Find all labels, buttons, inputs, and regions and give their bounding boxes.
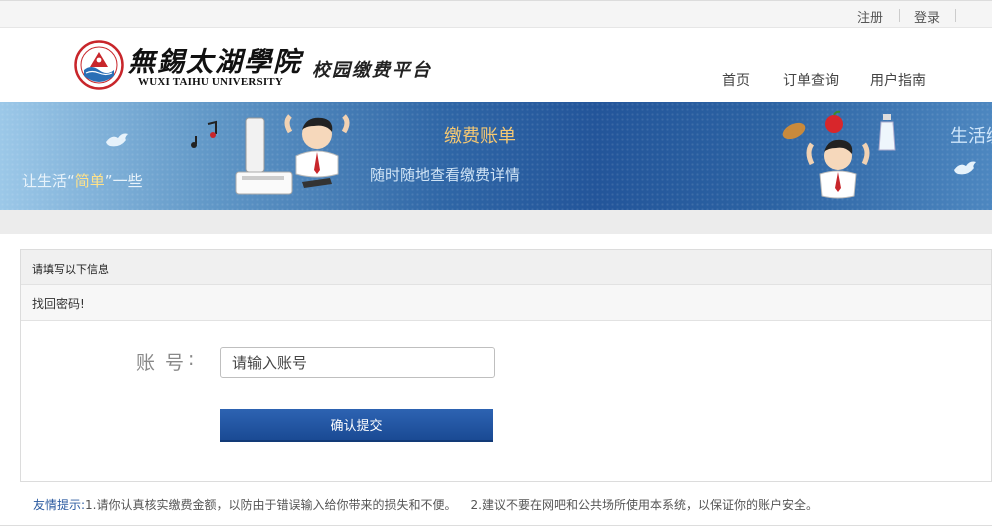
account-input[interactable] xyxy=(220,347,495,378)
tagline-highlight: 简单 xyxy=(74,172,105,190)
account-label: 账号 xyxy=(136,352,195,374)
site-header: 無錫太湖學院 WUXI TAIHU UNIVERSITY 校园缴费平台 首页 订… xyxy=(0,28,992,102)
banner-subtitle: 随时随地查看缴费详情 xyxy=(370,166,521,184)
submit-button[interactable]: 确认提交 xyxy=(220,409,493,442)
logo-english-name: WUXI TAIHU UNIVERSITY xyxy=(138,76,283,88)
hero-banner: 缴费账单 随时随地查看缴费详情 让生活“简单”一些 生活缴 xyxy=(0,102,992,210)
divider xyxy=(899,9,900,22)
banner-title: 缴费账单 xyxy=(444,126,516,147)
friendly-tip: 友情提示:1.请你认真核实缴费金额，以防由于错误输入给你带来的损失和不便。 2.建… xyxy=(33,496,818,513)
music-note-icon xyxy=(191,120,217,148)
banner-tagline: 让生活“简单”一些 xyxy=(22,172,143,190)
platform-name: 校园缴费平台 xyxy=(312,60,432,81)
nav-home[interactable]: 首页 xyxy=(722,70,750,90)
bird-icon xyxy=(106,133,128,147)
logo-chinese-name: 無錫太湖學院 xyxy=(128,47,302,78)
register-link[interactable]: 注册 xyxy=(857,7,883,26)
account-label-colon: : xyxy=(188,348,195,370)
nav-order-query[interactable]: 订单查询 xyxy=(783,70,839,90)
bread-icon xyxy=(782,122,806,140)
section-title: 找回密码! xyxy=(32,297,85,311)
nav-user-guide[interactable]: 用户指南 xyxy=(870,70,926,90)
bird-icon xyxy=(954,161,976,175)
tip-label: 友情提示: xyxy=(33,498,86,512)
bottle-icon xyxy=(878,114,896,151)
login-link[interactable]: 登录 xyxy=(914,7,940,26)
password-recovery-panel: 请填写以下信息 找回密码! 账号 : 确认提交 xyxy=(20,249,992,482)
university-emblem-icon xyxy=(74,40,124,90)
banner-right-text: 生活缴 xyxy=(950,126,992,147)
tip-item-1: 1.请你认真核实缴费金额，以防由于错误输入给你带来的损失和不便。 xyxy=(85,498,457,512)
top-bar: 注册 登录 xyxy=(0,0,992,28)
panel-section-header: 找回密码! xyxy=(21,285,991,321)
divider xyxy=(0,525,992,526)
banner-bottom-strip xyxy=(0,210,992,234)
cartoon-person-illustration xyxy=(284,114,350,188)
panel-header: 请填写以下信息 xyxy=(21,250,991,285)
panel-title: 请填写以下信息 xyxy=(32,263,109,276)
divider xyxy=(955,9,956,22)
cartoon-person-illustration xyxy=(806,139,870,199)
tip-item-2: 2.建议不要在网吧和公共场所使用本系统，以保证你的账户安全。 xyxy=(470,498,818,512)
